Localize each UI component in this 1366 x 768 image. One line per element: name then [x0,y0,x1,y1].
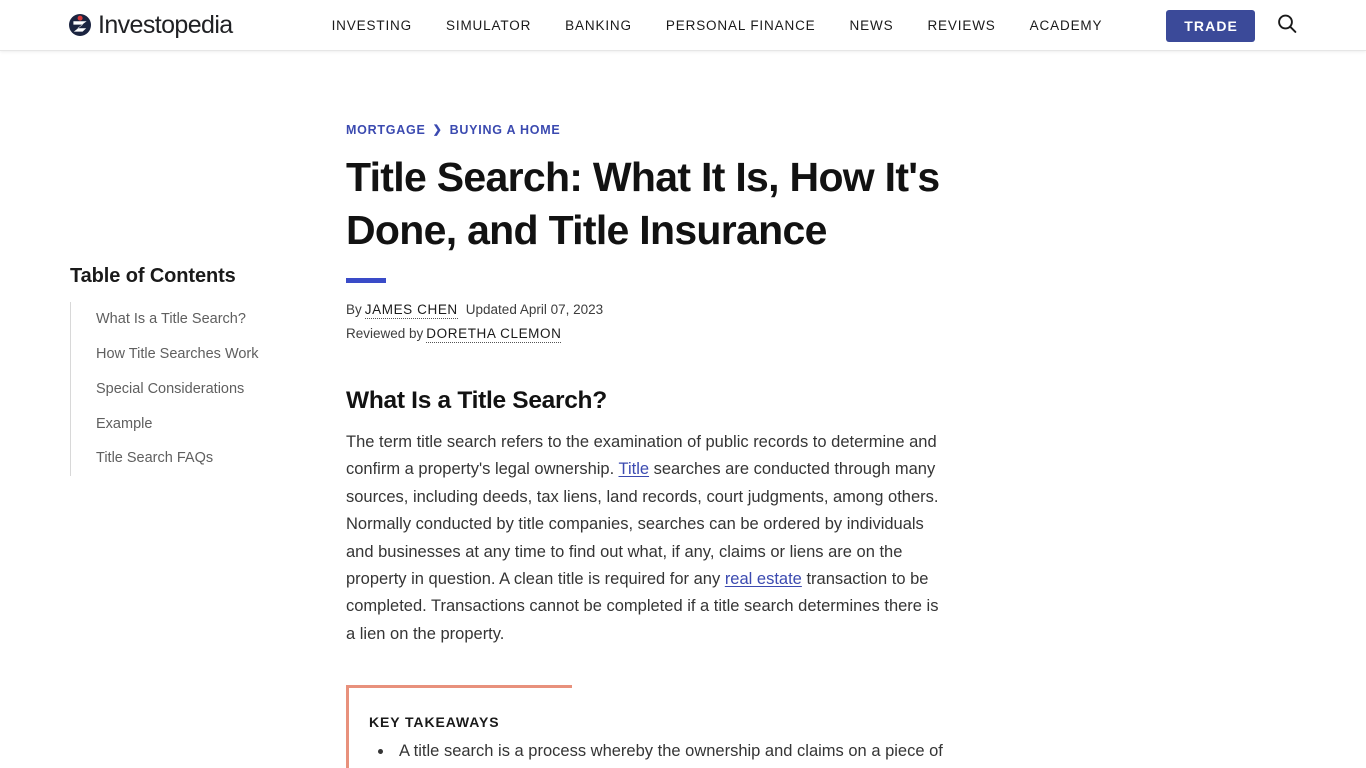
nav-item-reviews[interactable]: REVIEWS [910,18,1012,33]
toc-item-how-title-searches-work[interactable]: How Title Searches Work [71,337,310,372]
brand-wordmark: Investopedia [98,10,233,39]
nav-item-investing[interactable]: INVESTING [315,18,429,33]
list-item: A title search is a process whereby the … [394,738,949,768]
list-item: Special Considerations [71,372,310,407]
page-title: Title Search: What It Is, How It's Done,… [346,154,940,254]
reviewer-link[interactable]: DORETHA CLEMON [426,325,562,343]
nav-item-simulator[interactable]: SIMULATOR [429,18,548,33]
breadcrumb-item-buying-a-home[interactable]: BUYING A HOME [450,123,561,137]
investopedia-logo-icon [68,13,92,37]
toc-item-what-is-a-title-search[interactable]: What Is a Title Search? [71,302,310,337]
nav-item-banking[interactable]: BANKING [548,18,649,33]
breadcrumb: MORTGAGE ❯ BUYING A HOME [346,123,946,137]
toc-item-special-considerations[interactable]: Special Considerations [71,372,310,407]
author-link[interactable]: JAMES CHEN [364,301,458,319]
toc-item-example[interactable]: Example [71,407,310,442]
inline-link-real-estate[interactable]: real estate [725,570,802,588]
brand-home-link[interactable]: Investopedia [68,10,233,39]
byline-author-row: By JAMES CHEN Updated April 07, 2023 [346,300,946,321]
toc-item-title-search-faqs[interactable]: Title Search FAQs [71,441,310,476]
site-header: Investopedia INVESTING SIMULATOR BANKING… [0,0,1366,51]
nav-item-news[interactable]: NEWS [833,18,911,33]
article: MORTGAGE ❯ BUYING A HOME Title Search: W… [346,123,946,768]
section-heading: What Is a Title Search? [346,387,607,415]
toc-list: What Is a Title Search? How Title Search… [70,302,310,477]
primary-navigation: INVESTING SIMULATOR BANKING PERSONAL FIN… [315,18,1120,33]
intro-paragraph: The term title search refers to the exam… [346,429,946,648]
toc-heading: Table of Contents [70,265,236,287]
key-takeaways-heading: KEY TAKEAWAYS [369,714,500,731]
search-icon [1276,13,1298,38]
key-takeaways-box: KEY TAKEAWAYS A title search is a proces… [346,685,943,768]
key-takeaways-content: KEY TAKEAWAYS A title search is a proces… [369,714,949,768]
byline-reviewed-label: Reviewed by [346,325,424,341]
title-accent-rule [346,277,386,283]
trade-button[interactable]: TRADE [1166,9,1255,42]
nav-item-personal-finance[interactable]: PERSONAL FINANCE [649,18,833,33]
byline-reviewer-row: Reviewed by DORETHA CLEMON [346,324,946,345]
header-actions: TRADE [1166,0,1366,51]
table-of-contents: Table of Contents What Is a Title Search… [70,264,310,477]
list-item: Title Search FAQs [71,441,310,476]
page-body: Table of Contents What Is a Title Search… [0,51,1366,768]
nav-item-academy[interactable]: ACADEMY [1013,18,1120,33]
inline-link-title[interactable]: Title [618,460,649,478]
chevron-right-icon: ❯ [432,123,443,136]
updated-date: Updated April 07, 2023 [465,301,604,317]
breadcrumb-item-mortgage[interactable]: MORTGAGE [346,123,426,137]
search-button[interactable] [1276,13,1298,38]
key-takeaways-list: A title search is a process whereby the … [369,738,949,768]
list-item: How Title Searches Work [71,337,310,372]
byline-by-label: By [346,301,362,317]
list-item: What Is a Title Search? [71,302,310,337]
paragraph-text-part-2: searches are conducted through many sour… [346,460,939,588]
list-item: Example [71,407,310,442]
